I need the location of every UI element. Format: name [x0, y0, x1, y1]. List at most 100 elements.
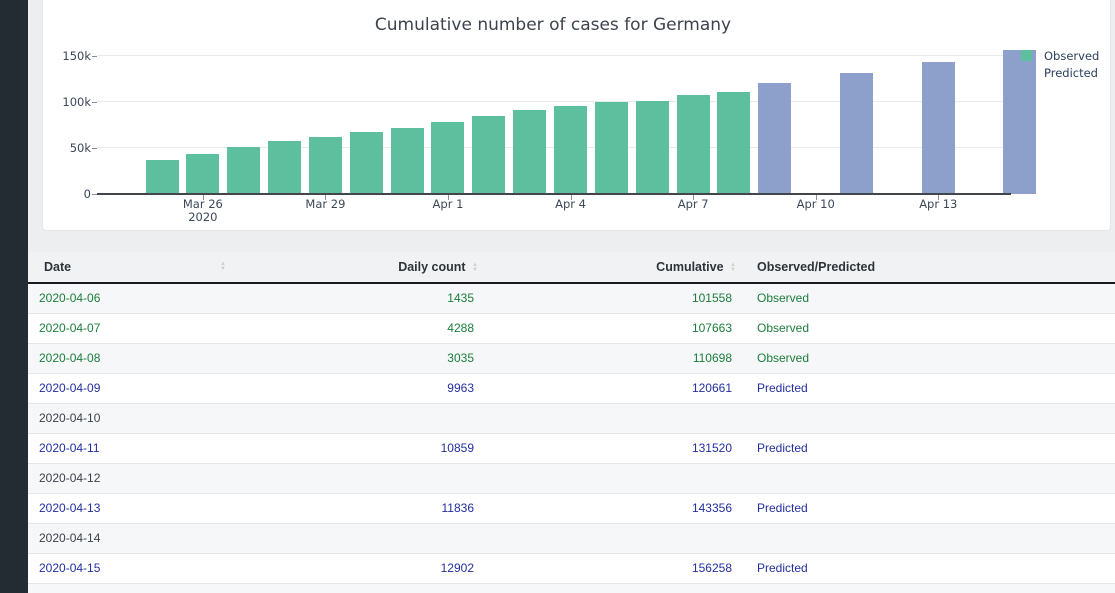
cell-daily-count: 10859: [232, 433, 482, 464]
sort-icon[interactable]: ▲ ▼: [220, 261, 226, 272]
predicted-swatch-icon: [1021, 67, 1032, 78]
sort-icon[interactable]: ▲ ▼: [730, 262, 736, 273]
bar-2020-04-02-observed[interactable]: [472, 116, 506, 194]
cell-date: 2020-04-14: [28, 523, 232, 554]
cell-date: 2020-04-07: [28, 313, 232, 344]
cell-date: 2020-04-10: [28, 403, 232, 434]
cell-cumulative: 156258: [482, 553, 740, 584]
cell-daily-count: [232, 403, 482, 434]
table-row-2020-04-12: 2020-04-12: [28, 463, 1115, 494]
y-tick-mark: [92, 194, 97, 195]
bar-2020-04-11-predicted[interactable]: [840, 73, 874, 194]
cell-daily-count: 1435: [232, 283, 482, 314]
column-header-observed-predicted[interactable]: Observed/Predicted: [740, 252, 1115, 284]
cell-date: 2020-04-08: [28, 343, 232, 374]
table-row-2020-04-06: 2020-04-06 1435 101558 Observed: [28, 283, 1115, 314]
table-row-2020-04-07: 2020-04-07 4288 107663 Observed: [28, 313, 1115, 344]
plot-area: [97, 50, 1037, 194]
table-row-2020-04-09: 2020-04-09 9963 120661 Predicted: [28, 373, 1115, 404]
cell-daily-count: 11836: [232, 493, 482, 524]
cell-date: 2020-04-15: [28, 553, 232, 584]
column-header-observed-predicted-label: Observed/Predicted: [757, 260, 876, 274]
column-header-date[interactable]: Date ▲ ▼: [28, 252, 232, 284]
cell-daily-count: [232, 523, 482, 554]
cell-daily-count: 9963: [232, 373, 482, 404]
bar-2020-04-03-observed[interactable]: [513, 110, 547, 194]
data-table: Date ▲ ▼ Daily count ▲ ▼ Cumulative ▲ ▼ Obs…: [28, 252, 1115, 593]
y-tick-label-50k: 50k: [69, 141, 91, 155]
legend-item-predicted[interactable]: Predicted: [1021, 64, 1099, 81]
cell-cumulative: 120661: [482, 373, 740, 404]
column-header-cumulative-label: Cumulative: [656, 260, 724, 274]
cell-status: [740, 583, 1115, 593]
bar-2020-04-01-observed[interactable]: [431, 122, 465, 194]
column-header-date-label: Date: [44, 260, 72, 274]
bar-2020-04-07-observed[interactable]: [676, 94, 710, 194]
table-row-2020-04-13: 2020-04-13 11836 143356 Predicted: [28, 493, 1115, 524]
x-tick-label-apr-7: Apr 7: [677, 197, 709, 211]
bar-2020-03-26-observed[interactable]: [186, 153, 220, 194]
cell-status: Observed: [740, 343, 1115, 374]
bar-2020-04-09-predicted[interactable]: [758, 83, 792, 194]
y-tick-label-0: 0: [83, 187, 91, 201]
cell-daily-count: 12902: [232, 553, 482, 584]
y-tick-label-100k: 100k: [62, 95, 91, 109]
cell-cumulative: 131520: [482, 433, 740, 464]
cell-daily-count: 4288: [232, 313, 482, 344]
cell-date: 2020-04-12: [28, 463, 232, 494]
chart-title: Cumulative number of cases for Germany: [374, 15, 732, 35]
gridline-150k: [97, 55, 1009, 56]
column-header-daily-count-label: Daily count: [398, 260, 466, 274]
x-tick-label-mar-26: Mar 26 2020: [182, 197, 223, 224]
cell-date: 2020-04-11: [28, 433, 232, 464]
y-tick-mark: [92, 148, 97, 149]
cell-daily-count: 3035: [232, 343, 482, 374]
cell-cumulative: 143356: [482, 493, 740, 524]
cell-status: [740, 463, 1115, 494]
cell-cumulative: 101558: [482, 283, 740, 314]
cell-daily-count: [232, 463, 482, 494]
table-row-2020-04-16: 2020-04-16: [28, 583, 1115, 593]
bar-2020-03-25-observed[interactable]: [145, 159, 179, 194]
legend-label-observed: Observed: [1044, 48, 1100, 63]
cell-cumulative: [482, 403, 740, 434]
cell-status: Observed: [740, 283, 1115, 314]
cell-status: [740, 403, 1115, 434]
column-header-daily-count[interactable]: Daily count ▲ ▼: [232, 252, 482, 284]
cell-cumulative: 110698: [482, 343, 740, 374]
x-tick-label-mar-29: Mar 29: [305, 197, 346, 211]
cell-status: Observed: [740, 313, 1115, 344]
cell-cumulative: [482, 583, 740, 593]
bar-2020-03-29-observed[interactable]: [308, 136, 342, 194]
bar-2020-03-27-observed[interactable]: [227, 147, 261, 194]
bar-2020-04-04-observed[interactable]: [554, 105, 588, 194]
cell-date: 2020-04-09: [28, 373, 232, 404]
cell-cumulative: [482, 523, 740, 554]
bar-2020-03-31-observed[interactable]: [390, 127, 424, 194]
sort-icon[interactable]: ▲ ▼: [472, 262, 478, 273]
x-tick-label-apr-4: Apr 4: [555, 197, 586, 211]
chart-card: Cumulative number of cases for Germany 0…: [42, 0, 1111, 231]
cell-date: 2020-04-13: [28, 493, 232, 524]
legend-label-predicted: Predicted: [1044, 65, 1098, 80]
y-tick-mark: [92, 56, 97, 57]
bar-2020-04-05-observed[interactable]: [594, 101, 628, 194]
table-row-2020-04-10: 2020-04-10: [28, 403, 1115, 434]
bar-2020-04-08-observed[interactable]: [717, 92, 751, 194]
bar-2020-03-30-observed[interactable]: [349, 132, 383, 194]
table-row-2020-04-11: 2020-04-11 10859 131520 Predicted: [28, 433, 1115, 464]
cell-status: Predicted: [740, 373, 1115, 404]
table-row-2020-04-14: 2020-04-14: [28, 523, 1115, 554]
bar-2020-04-06-observed[interactable]: [635, 100, 669, 194]
column-header-cumulative[interactable]: Cumulative ▲ ▼: [482, 252, 740, 284]
bar-2020-03-28-observed[interactable]: [268, 140, 302, 194]
app-sidebar: [0, 0, 28, 593]
legend-item-observed[interactable]: Observed: [1021, 47, 1099, 64]
legend: Observed Predicted: [1021, 47, 1099, 81]
cell-status: Predicted: [740, 433, 1115, 464]
y-tick-label-150k: 150k: [62, 49, 91, 63]
x-tick-label-apr-13: Apr 13: [919, 197, 958, 211]
bar-2020-04-13-predicted[interactable]: [921, 62, 955, 194]
cell-daily-count: [232, 583, 482, 593]
cell-date: 2020-04-16: [28, 583, 232, 593]
